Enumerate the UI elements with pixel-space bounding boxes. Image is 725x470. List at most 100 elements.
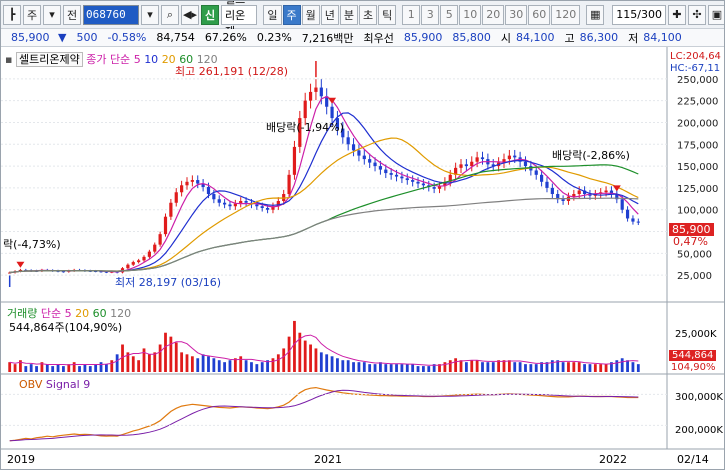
volume-bar [29,364,33,372]
sound-icon[interactable]: ◀▸ [181,4,199,25]
volume-bar [513,362,517,372]
volume-bar [346,360,350,372]
volume-bar [362,362,366,372]
candle-body [604,190,608,193]
stock-name-label[interactable]: 셀트리온제약 [15,52,83,67]
volume-bar [615,360,619,372]
chevron-down-icon[interactable]: ▾ [43,4,61,25]
pct-tag: 0,47% [673,235,708,248]
page-count[interactable]: 115 /300 [612,4,666,25]
volume-bar [207,356,210,372]
price-y-tick: 125,000 [677,184,718,195]
volume-bar [486,362,490,372]
period-tab-5[interactable]: 초 [359,4,378,25]
price-y-tick: 50,000 [677,249,712,260]
chart-window: ┣ 주 ▾ 전 ▾ ⌕ ◀▸ 신 셀트리온제 일주월년분초틱 135102030… [0,0,725,470]
candle-body [351,144,356,151]
candle-body [384,169,388,174]
chart-menu-icon[interactable]: ┣ [3,4,21,25]
ma-label: 종가 단순 [86,53,131,66]
candle-body [357,150,361,156]
volume-bar [620,358,624,372]
chart-area[interactable]: 250,000 225,000 200,000 175,000 150,000 125,0… [1,47,725,470]
candle-body [190,180,194,182]
volume-bar [470,360,474,372]
volume-bar [94,364,98,372]
candle-body [346,137,350,145]
volume-bar [223,362,227,372]
volume-bar [276,354,280,372]
volume-y-tick: 25,000K [675,329,717,340]
candle-body [265,207,270,210]
volume-bar [384,364,388,372]
minute-tab-5[interactable]: 5 [440,4,459,25]
volume-bar [110,360,114,372]
toolbar: ┣ 주 ▾ 전 ▾ ⌕ ◀▸ 신 셀트리온제 일주월년분초틱 135102030… [1,1,724,38]
minute-tab-1[interactable]: 1 [402,4,421,25]
price-y-tick: 150,000 [677,162,718,173]
best-ask-label: 최우선 [363,31,394,45]
minute-tab-20[interactable]: 20 [482,4,505,25]
price-change-pct: -0.58% [107,31,147,44]
volume-bar [282,348,286,372]
chart-options-icon[interactable]: ▪ [5,53,12,66]
period-tab-0[interactable]: 일 [263,4,282,25]
turnover-rate: 0.23% [256,31,292,44]
candle-body [287,174,291,195]
volume-tag: 544,864 [669,350,717,361]
period-tab-6[interactable]: 틱 [378,4,397,25]
price-y-tick: 200,000 [677,118,718,129]
search-icon[interactable]: ⌕ [161,4,179,25]
period-tab-1[interactable]: 주 [282,4,301,25]
volume-bar [379,362,382,372]
period-tab-4[interactable]: 분 [339,4,359,25]
chart-svg[interactable]: 250,000 225,000 200,000 175,000 150,000 125,0… [1,47,725,470]
calendar-icon[interactable]: ▦ [586,4,605,25]
candle-body [513,155,517,158]
period-tab-2[interactable]: 월 [301,4,320,25]
volume-bar [588,364,592,372]
candle-body [432,187,436,189]
candle-body [411,180,415,182]
code-dropdown-icon[interactable]: ▾ [141,4,159,25]
volume-bar [72,362,76,372]
settings-icon[interactable]: ✚ [668,4,686,25]
price-y-tick: 100,000 [677,206,718,217]
grid-icon[interactable]: ▣ [708,4,724,25]
trade-amount: 7,216백만 [301,31,354,45]
candle-body [464,164,468,167]
volume-bar [255,364,259,372]
minute-tab-10[interactable]: 10 [459,4,482,25]
volume-bar [169,336,173,372]
ask-price: 85,900 [403,31,443,44]
minute-tab-120[interactable]: 120 [551,4,581,25]
price-y-tick: 175,000 [677,140,718,151]
candle-body [545,181,549,188]
minute-tab-3[interactable]: 3 [421,4,440,25]
candle-body [244,201,248,203]
low-label: 저 [628,31,639,45]
period-tab-3[interactable]: 년 [320,4,339,25]
volume-bar [147,354,151,372]
volume-bar [83,364,87,372]
volume-bar [459,360,463,372]
candle-body [137,260,141,263]
candle-body [480,157,485,160]
expand-icon[interactable]: ✣ [688,4,706,25]
dividend-note-mid: 배당락(-1,94%) [266,121,344,134]
market-type-select[interactable]: 주 [23,4,41,25]
volume-bar [604,364,608,372]
volume-bar [13,364,17,372]
volume-bar [228,360,232,372]
page-current: 115 [616,8,638,21]
candle-body [233,203,237,207]
volume-bar [78,366,81,372]
volume-bar [454,358,458,372]
minute-tab-30[interactable]: 30 [505,4,528,25]
all-filter-button[interactable]: 전 [63,4,81,25]
candle-body [206,187,211,195]
minute-tab-60[interactable]: 60 [528,4,551,25]
credit-badge: 신 [201,4,219,25]
period-tabs: 일주월년분초틱 [263,4,397,25]
stock-code-input[interactable] [83,4,139,25]
